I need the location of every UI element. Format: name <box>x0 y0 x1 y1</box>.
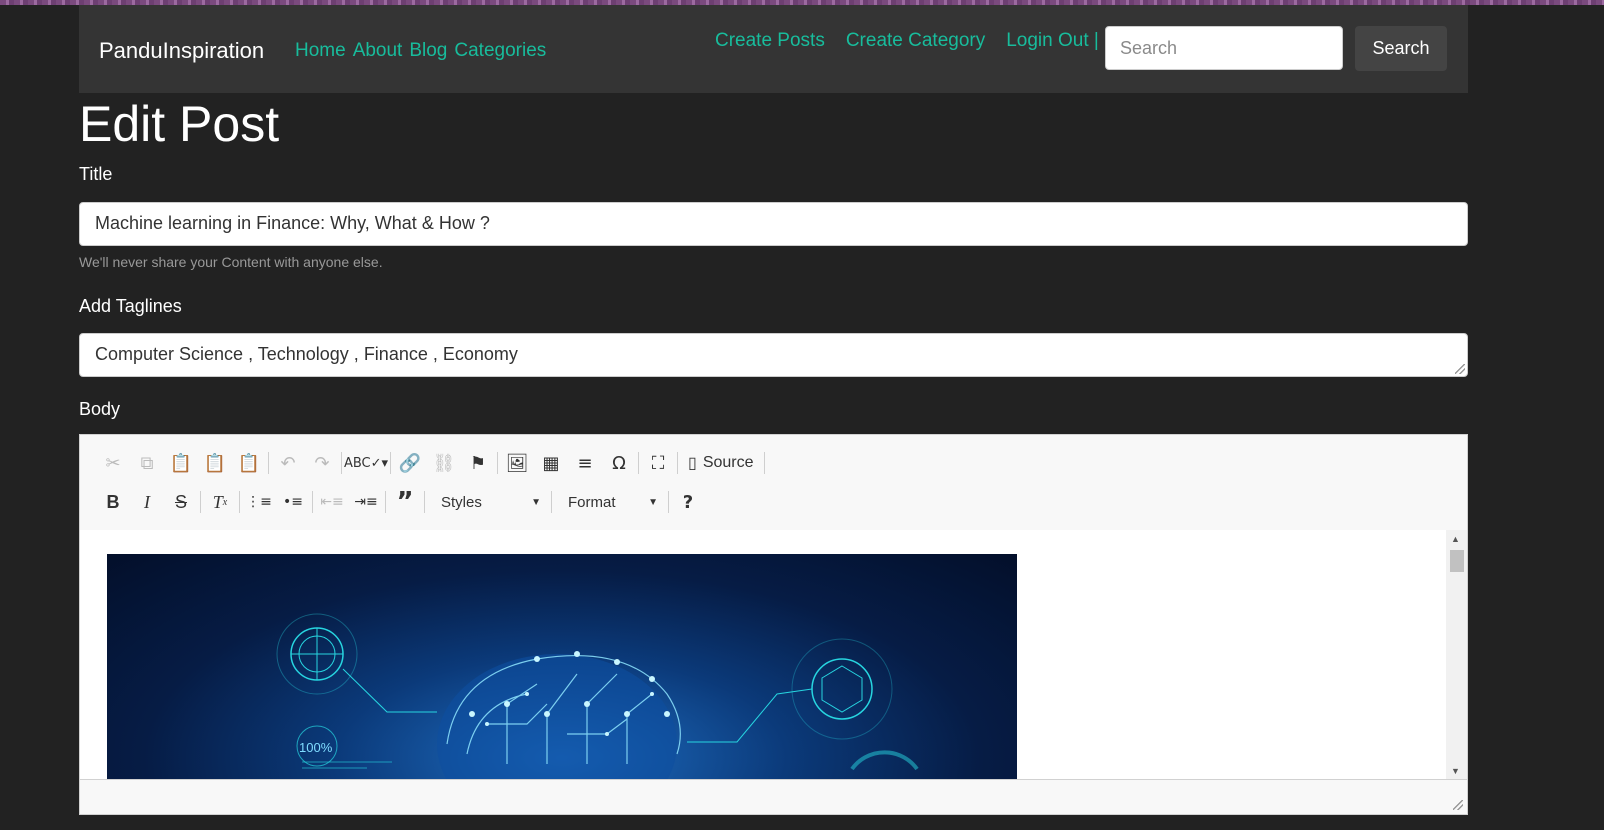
editor-resize-handle-icon[interactable] <box>1453 800 1463 810</box>
toolbar-separator <box>312 491 313 513</box>
paste-word-icon[interactable]: 📋 <box>232 448 266 478</box>
editor-statusbar <box>80 779 1467 814</box>
format-label: Format <box>568 493 616 511</box>
toolbar-separator <box>551 491 552 513</box>
nav-link-create-posts[interactable]: Create Posts <box>715 30 825 52</box>
editor-content-area[interactable]: 100% <box>80 530 1446 780</box>
anchor-flag-icon[interactable]: ⚑ <box>461 448 495 478</box>
outdent-icon[interactable]: ⇤≡ <box>315 487 349 517</box>
nav-right-links: Create Posts Create Category Login Out | <box>715 30 1120 52</box>
toolbar-row-2: B I S Tx ⋮≡ •≡ ⇤≡ ⇥≡ ” Styles ▼ Format ▼ <box>96 487 705 517</box>
copy-icon[interactable]: ⧉ <box>130 448 164 478</box>
image-percent-label: 100% <box>299 740 333 755</box>
search-input[interactable] <box>1105 26 1343 70</box>
nav-link-blog[interactable]: Blog <box>409 40 447 62</box>
format-dropdown[interactable]: Format ▼ <box>554 488 666 516</box>
tagline-textarea[interactable]: Computer Science , Technology , Finance … <box>79 333 1468 377</box>
source-button[interactable]: ▯ Source <box>680 453 762 473</box>
toolbar-separator <box>763 452 765 474</box>
toolbar-separator <box>239 491 240 513</box>
toolbar-separator <box>390 452 391 474</box>
navbar: PanduInspiration Home About Blog Categor… <box>79 5 1468 93</box>
title-help-text: We'll never share your Content with anyo… <box>79 254 383 270</box>
title-label: Title <box>79 164 113 184</box>
body-label: Body <box>79 399 121 419</box>
undo-icon[interactable]: ↶ <box>271 448 305 478</box>
paste-text-icon[interactable]: 📋 <box>198 448 232 478</box>
chevron-down-icon: ▼ <box>648 496 658 508</box>
paste-icon[interactable]: 📋 <box>164 448 198 478</box>
maximize-icon[interactable]: ⛶ <box>641 448 675 478</box>
scroll-down-icon[interactable]: ▼ <box>1451 766 1460 776</box>
scrollbar-thumb[interactable] <box>1450 550 1464 572</box>
toolbar-separator <box>424 491 425 513</box>
help-icon[interactable]: ? <box>671 487 705 517</box>
bulleted-list-icon[interactable]: •≡ <box>276 487 310 517</box>
toolbar-separator <box>668 491 669 513</box>
tagline-value: Computer Science , Technology , Finance … <box>95 344 518 364</box>
toolbar-separator <box>200 491 201 513</box>
source-icon: ▯ <box>688 455 697 472</box>
scroll-up-icon[interactable]: ▲ <box>1451 534 1460 544</box>
toolbar-separator <box>638 452 639 474</box>
bold-icon[interactable]: B <box>96 487 130 517</box>
spellcheck-icon[interactable]: ABC✓▾ <box>344 448 388 478</box>
resize-handle-icon[interactable] <box>1455 364 1465 374</box>
toolbar-separator <box>677 452 678 474</box>
remove-format-icon[interactable]: Tx <box>203 487 237 517</box>
toolbar-separator <box>341 452 342 474</box>
styles-dropdown[interactable]: Styles ▼ <box>427 488 549 516</box>
source-label: Source <box>702 454 754 471</box>
rich-text-editor: ✂ ⧉ 📋 📋 📋 ↶ ↷ ABC✓▾ 🔗 ⛓ ⚑ 🖼 ▦ ≡ Ω ⛶ ▯ So <box>79 434 1468 815</box>
italic-icon[interactable]: I <box>130 487 164 517</box>
image-icon[interactable]: 🖼 <box>500 448 534 478</box>
toolbar-separator <box>497 452 498 474</box>
special-character-icon[interactable]: Ω <box>602 448 636 478</box>
chevron-down-icon: ▼ <box>531 496 541 508</box>
indent-icon[interactable]: ⇥≡ <box>349 487 383 517</box>
ai-brain-illustration: 100% <box>276 613 919 780</box>
table-icon[interactable]: ▦ <box>534 448 568 478</box>
search-button[interactable]: Search <box>1355 26 1447 71</box>
redo-icon[interactable]: ↷ <box>305 448 339 478</box>
horizontal-line-icon[interactable]: ≡ <box>568 448 602 478</box>
editor-toolbar: ✂ ⧉ 📋 📋 📋 ↶ ↷ ABC✓▾ 🔗 ⛓ ⚑ 🖼 ▦ ≡ Ω ⛶ ▯ So <box>80 435 1467 531</box>
styles-label: Styles <box>441 493 482 511</box>
title-input[interactable]: Machine learning in Finance: Why, What &… <box>79 202 1468 246</box>
numbered-list-icon[interactable]: ⋮≡ <box>242 487 276 517</box>
editor-scrollbar[interactable]: ▲ ▼ <box>1446 530 1467 780</box>
link-icon[interactable]: 🔗 <box>393 448 427 478</box>
toolbar-separator <box>385 491 386 513</box>
brand-logo[interactable]: PanduInspiration <box>99 38 264 64</box>
strikethrough-icon[interactable]: S <box>164 487 198 517</box>
nav-link-create-category[interactable]: Create Category <box>846 30 985 52</box>
blockquote-icon[interactable]: ” <box>388 487 422 517</box>
page-title: Edit Post <box>79 96 280 152</box>
toolbar-separator <box>268 452 269 474</box>
tagline-label: Add Taglines <box>79 296 182 316</box>
cut-icon[interactable]: ✂ <box>96 448 130 478</box>
nav-links: Home About Blog Categories <box>295 40 553 62</box>
post-image[interactable]: 100% <box>107 554 1017 780</box>
nav-link-logout[interactable]: Login Out | <box>1006 30 1099 52</box>
nav-link-categories[interactable]: Categories <box>454 40 546 62</box>
toolbar-row-1: ✂ ⧉ 📋 📋 📋 ↶ ↷ ABC✓▾ 🔗 ⛓ ⚑ 🖼 ▦ ≡ Ω ⛶ ▯ So <box>96 448 767 478</box>
nav-link-about[interactable]: About <box>353 40 403 62</box>
unlink-icon[interactable]: ⛓ <box>427 448 461 478</box>
nav-link-home[interactable]: Home <box>295 40 346 62</box>
